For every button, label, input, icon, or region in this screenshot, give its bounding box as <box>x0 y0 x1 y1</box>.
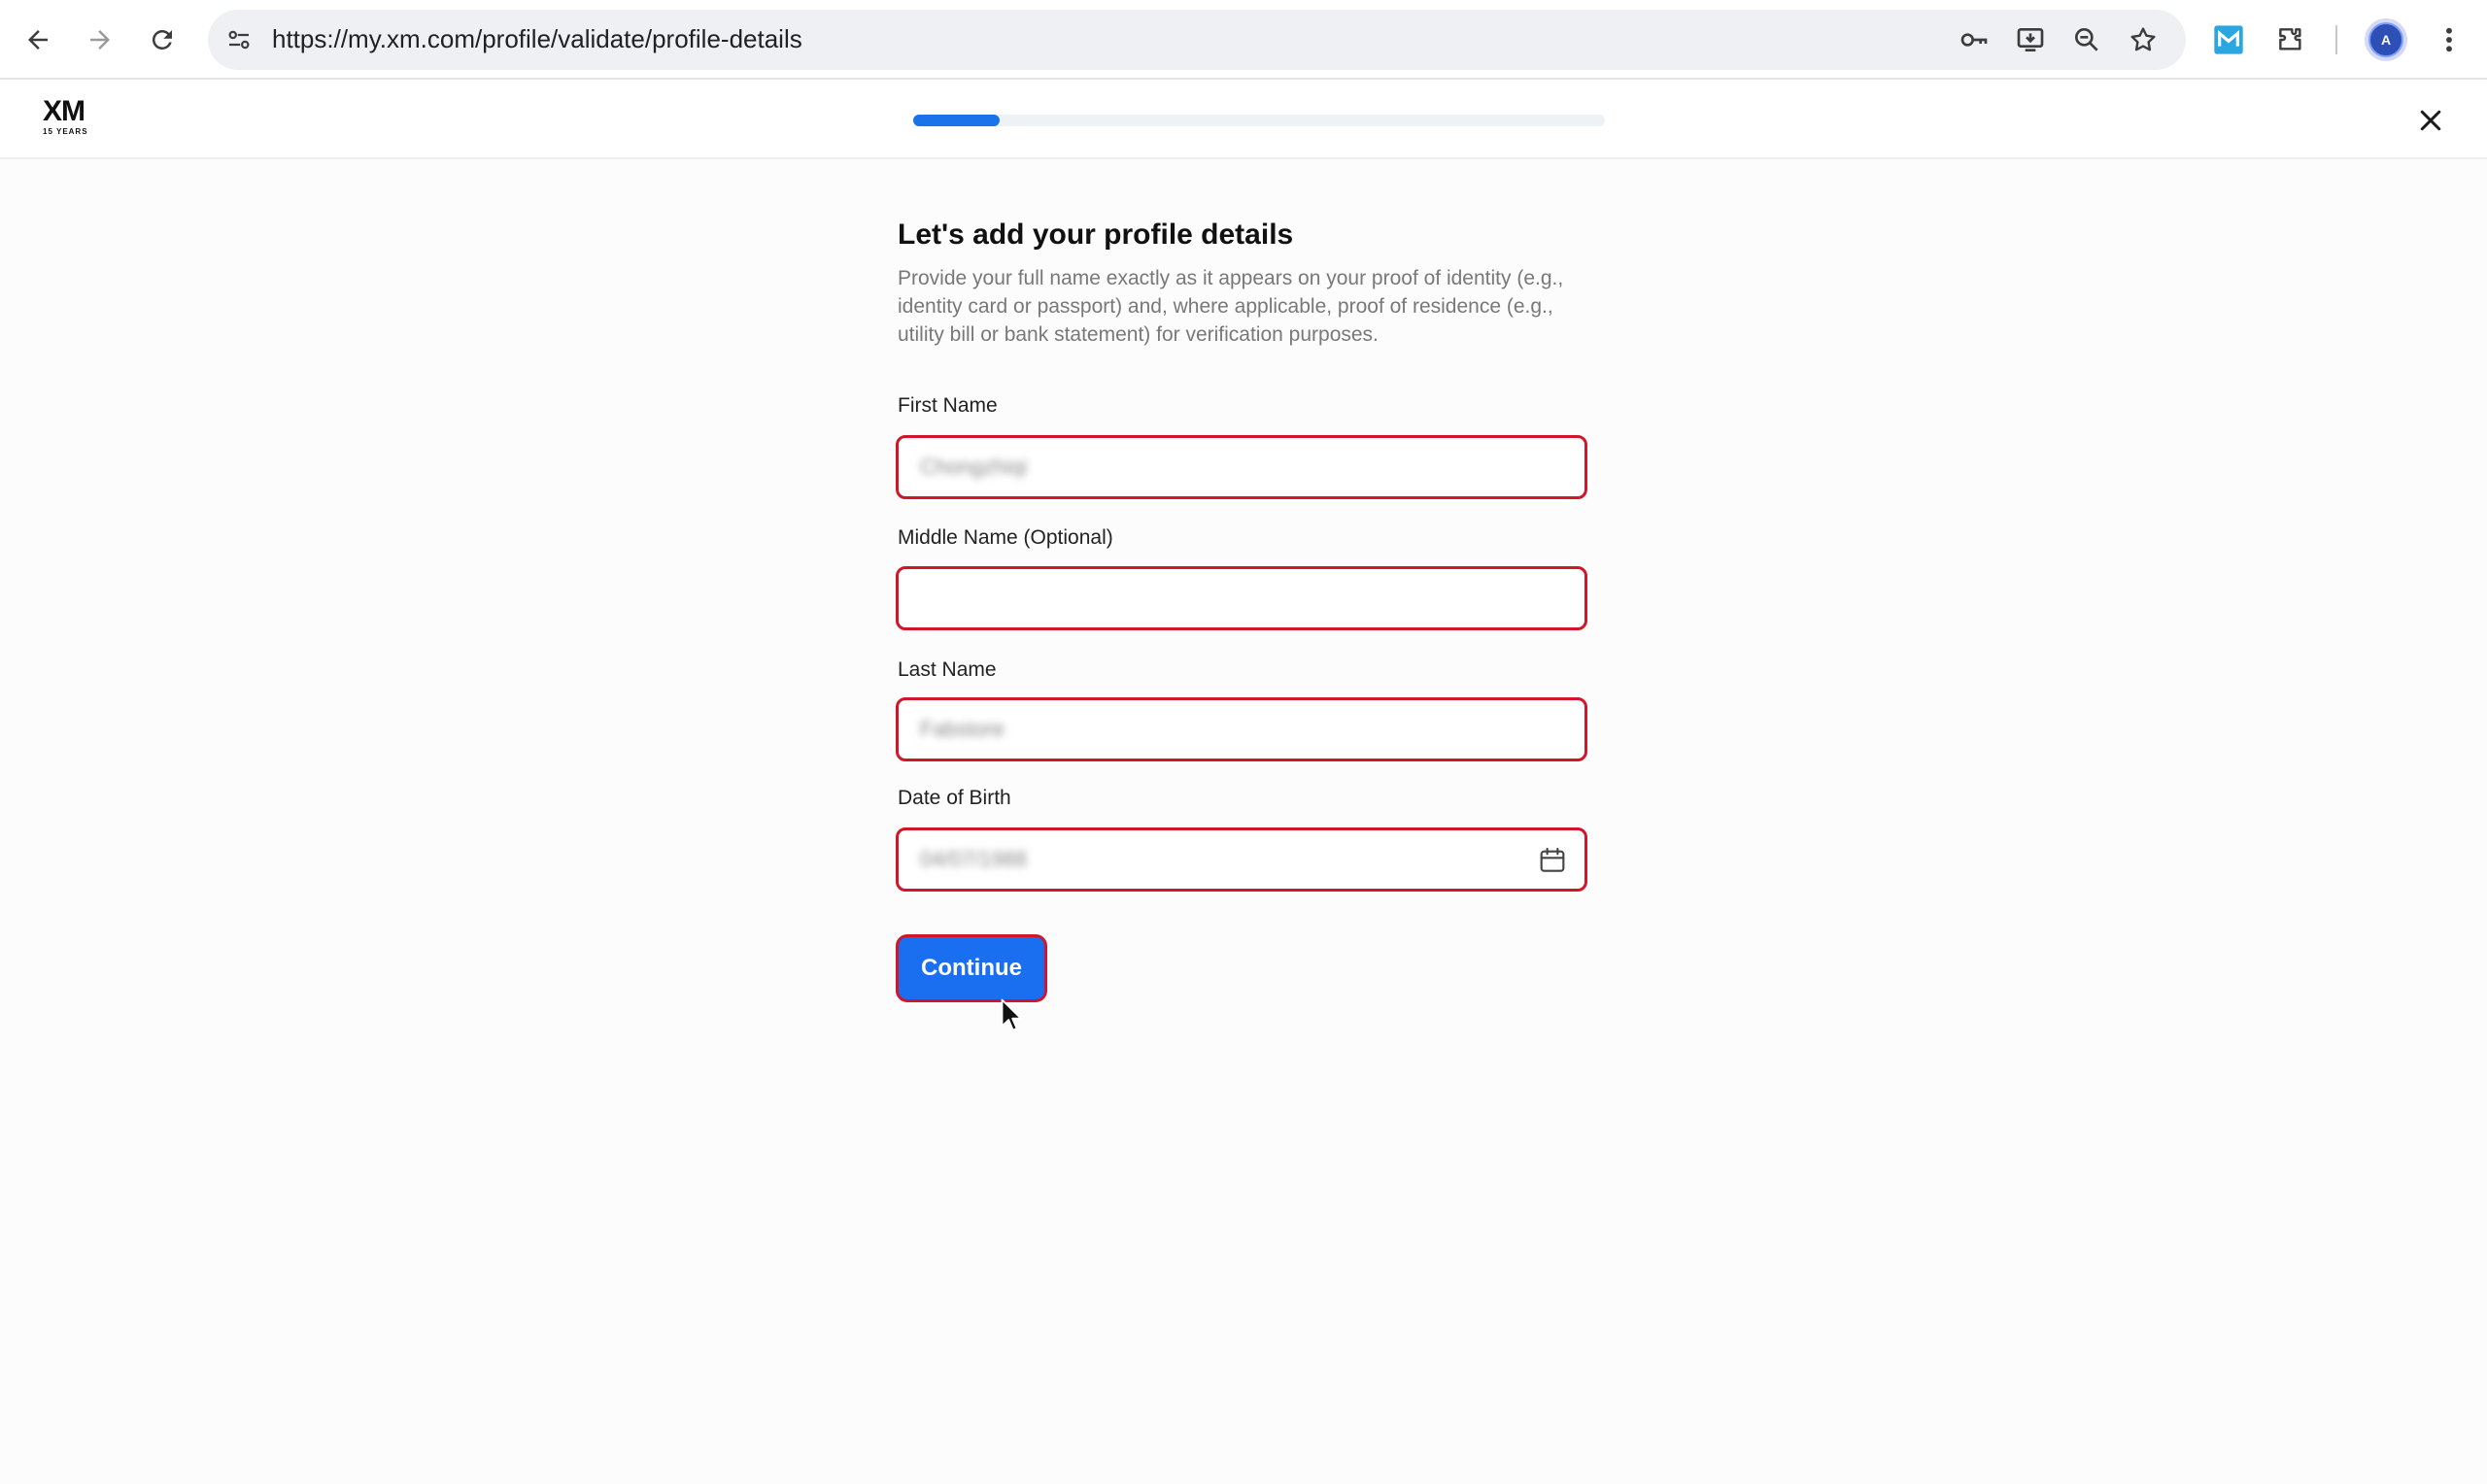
calendar-icon[interactable] <box>1536 844 1569 877</box>
reload-button[interactable] <box>140 17 185 62</box>
close-button[interactable] <box>2413 103 2448 138</box>
browser-toolbar: https://my.xm.com/profile/validate/profi… <box>0 0 2487 80</box>
kebab-menu-icon[interactable] <box>2435 22 2464 57</box>
dob-field[interactable]: 04/07/1988 <box>896 827 1587 892</box>
close-icon <box>2420 110 2441 131</box>
app-header: XM 15 YEARS <box>0 80 2487 159</box>
arrow-left-icon <box>28 30 48 50</box>
bookmark-star-icon[interactable] <box>2126 22 2161 57</box>
first-name-field[interactable]: Chongzhiqi <box>896 435 1587 499</box>
xm-logo[interactable]: XM 15 YEARS <box>43 97 103 142</box>
address-bar[interactable]: https://my.xm.com/profile/validate/profi… <box>208 10 2186 70</box>
progress-bar <box>913 115 1605 126</box>
logo-text: XM <box>43 95 85 127</box>
last-name-value: Fabstore <box>920 717 1005 741</box>
logo-subtext: 15 YEARS <box>43 127 88 136</box>
page-title: Let's add your profile details <box>898 219 1294 251</box>
middle-name-field[interactable] <box>896 566 1587 630</box>
profile-details-form: Let's add your profile details Provide y… <box>898 214 1589 349</box>
last-name-field[interactable]: Fabstore <box>896 697 1587 761</box>
arrow-right-icon <box>90 30 110 50</box>
continue-button[interactable]: Continue <box>896 934 1047 1002</box>
url-text[interactable]: https://my.xm.com/profile/validate/profi… <box>272 24 802 54</box>
extensions-puzzle-icon[interactable] <box>2273 22 2308 57</box>
profile-avatar[interactable]: A <box>2365 18 2407 61</box>
site-settings-icon[interactable] <box>221 22 256 57</box>
progress-fill <box>913 115 1000 126</box>
reload-icon <box>152 29 172 50</box>
mouse-cursor-icon <box>1001 998 1022 1031</box>
zoom-icon[interactable] <box>2069 22 2104 57</box>
forward-button[interactable] <box>78 17 122 62</box>
m-extension-icon[interactable] <box>2211 22 2246 57</box>
first-name-value: Chongzhiqi <box>920 455 1028 479</box>
last-name-label: Last Name <box>898 658 997 681</box>
back-button[interactable] <box>16 17 60 62</box>
dob-value: 04/07/1988 <box>920 847 1028 871</box>
avatar-letter: A <box>2368 22 2403 57</box>
page-description: Provide your full name exactly as it app… <box>898 267 1564 346</box>
middle-name-label: Middle Name (Optional) <box>898 526 1113 549</box>
first-name-label: First Name <box>898 394 998 417</box>
install-app-icon[interactable] <box>2013 22 2048 57</box>
toolbar-separator <box>2335 25 2337 54</box>
dob-label: Date of Birth <box>898 787 1011 809</box>
password-key-icon[interactable] <box>1957 22 1992 57</box>
